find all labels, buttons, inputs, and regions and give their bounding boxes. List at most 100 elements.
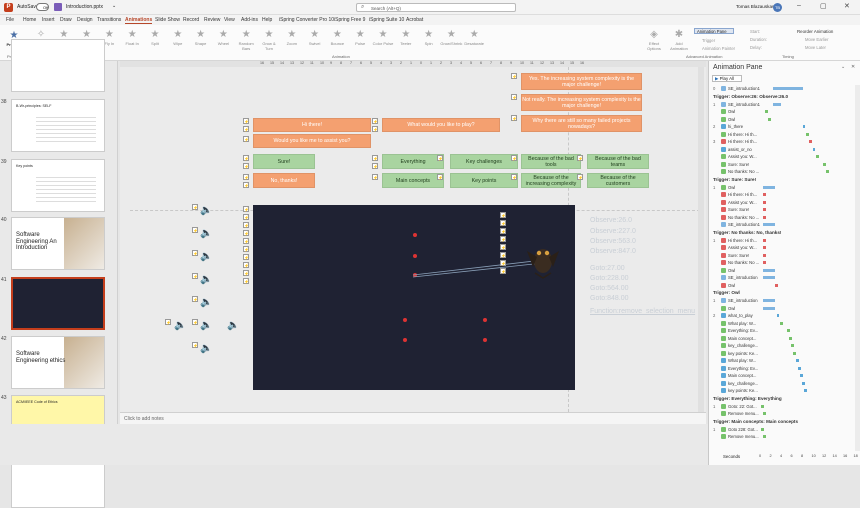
animation-row[interactable]: Assist you: W... bbox=[713, 153, 855, 160]
key-points-box[interactable]: Key points bbox=[450, 173, 518, 188]
tab-design[interactable]: Design bbox=[77, 17, 93, 24]
animation-row[interactable]: Remove menu... bbox=[713, 410, 855, 417]
timing-bar[interactable] bbox=[773, 102, 781, 106]
animation-row[interactable]: SE_introduction bbox=[713, 274, 855, 281]
owl-image[interactable] bbox=[523, 237, 563, 279]
timing-bar[interactable] bbox=[768, 117, 771, 121]
trigger-marker-icon[interactable]: ⚡ bbox=[511, 155, 517, 161]
timing-bar[interactable] bbox=[800, 374, 803, 377]
animation-row[interactable]: 1 Owl bbox=[713, 184, 855, 191]
trigger-marker-icon[interactable]: ⚡ bbox=[243, 174, 249, 180]
answer-yes-box[interactable]: Yes. The increasing system complexity is… bbox=[521, 73, 642, 90]
trigger-marker-icon[interactable]: ⚡ bbox=[192, 319, 198, 325]
timing-bar[interactable] bbox=[763, 253, 766, 257]
timing-bar[interactable] bbox=[796, 359, 799, 362]
pane-close-icon[interactable]: ✕ bbox=[851, 64, 855, 70]
animation-row[interactable]: 1 SE_introduction1 bbox=[713, 101, 855, 108]
timing-bar[interactable] bbox=[787, 329, 790, 332]
timing-bar[interactable] bbox=[765, 110, 768, 113]
trigger-marker-icon[interactable]: ⚡ bbox=[243, 206, 249, 212]
timing-bar[interactable] bbox=[763, 238, 766, 242]
tab-slide-show[interactable]: Slide Show bbox=[155, 17, 180, 24]
animation-pulse-button[interactable]: ★ Pulse bbox=[349, 27, 371, 46]
tab-ispring-converter-pro-10[interactable]: iSpring Converter Pro 10 bbox=[279, 17, 334, 24]
animation-row[interactable]: 2 hi_there bbox=[713, 123, 855, 130]
trigger-marker-icon[interactable]: ⚡ bbox=[243, 270, 249, 276]
timing-bar[interactable] bbox=[803, 125, 805, 128]
tab-draw[interactable]: Draw bbox=[60, 17, 72, 24]
trigger-marker-icon[interactable]: ⚡ bbox=[243, 136, 249, 142]
slide-thumbnail[interactable]: B-Wr-principles: SELF bbox=[11, 99, 105, 152]
trigger-marker-icon[interactable]: ⚡ bbox=[243, 163, 249, 169]
timing-bar[interactable] bbox=[813, 147, 815, 151]
animation-row[interactable]: SE_introduction1 bbox=[713, 221, 855, 228]
tab-animations[interactable]: Animations bbox=[125, 17, 153, 24]
timing-bar[interactable] bbox=[823, 162, 826, 166]
tab-review[interactable]: Review bbox=[204, 17, 220, 24]
speaker-icon[interactable]: 🔈 bbox=[227, 320, 239, 331]
search-box[interactable]: ⌕ Search (Alt+Q) bbox=[356, 3, 516, 12]
tab-transitions[interactable]: Transitions bbox=[97, 17, 121, 24]
timing-bar[interactable] bbox=[763, 208, 766, 211]
filename-label[interactable]: Introduction.pptx bbox=[66, 4, 103, 10]
trigger-marker-icon[interactable]: ⚡ bbox=[192, 273, 198, 279]
goto-text[interactable]: Goto:848.00 bbox=[590, 295, 629, 302]
animation-spin-button[interactable]: ★ Spin bbox=[418, 27, 440, 46]
animation-row[interactable]: Assist you: W... bbox=[713, 244, 855, 251]
trigger-marker-icon[interactable]: ⚡ bbox=[500, 212, 506, 218]
timing-bar[interactable] bbox=[763, 299, 775, 302]
goto-text[interactable]: Goto:564.00 bbox=[590, 285, 629, 292]
animation-grow-shrink-button[interactable]: ★ Grow/Shrink bbox=[440, 27, 462, 46]
animation-desaturate-button[interactable]: ★ Desaturate bbox=[463, 27, 485, 46]
animation-row[interactable]: Owl bbox=[713, 116, 855, 123]
animation-swivel-button[interactable]: ★ Swivel bbox=[304, 27, 326, 46]
timing-bar[interactable] bbox=[798, 366, 801, 370]
trigger-marker-icon[interactable]: ⚡ bbox=[372, 174, 378, 180]
animation-row[interactable]: Owl bbox=[713, 267, 855, 274]
seconds-label[interactable]: Seconds bbox=[723, 454, 740, 459]
tab-add-ins[interactable]: Add-ins bbox=[241, 17, 258, 24]
play-all-button[interactable]: ▶ Play All bbox=[712, 75, 742, 82]
trigger-marker-icon[interactable]: ⚡ bbox=[511, 115, 517, 121]
trigger-marker-icon[interactable]: ⚡ bbox=[372, 118, 378, 124]
animation-row[interactable]: No thanks: No ... bbox=[713, 214, 855, 221]
speaker-icon[interactable]: 🔈 bbox=[200, 297, 212, 308]
speaker-icon[interactable]: 🔈 bbox=[200, 228, 212, 239]
animation-row[interactable]: key_challenge... bbox=[713, 380, 855, 387]
timing-bar[interactable] bbox=[804, 389, 807, 392]
notes-area[interactable]: Click to add notes bbox=[120, 412, 706, 424]
slide-thumbnail[interactable] bbox=[11, 39, 105, 92]
animation-row[interactable]: 1 SE_introduction bbox=[713, 297, 855, 304]
animation-row[interactable]: Sure: Sure! bbox=[713, 206, 855, 213]
animation-zoom-button[interactable]: ★ Zoom bbox=[281, 27, 303, 46]
trigger-marker-icon[interactable]: ⚡ bbox=[500, 260, 506, 266]
speaker-icon[interactable]: 🔈 bbox=[174, 320, 186, 331]
animation-row[interactable]: key points: Ke... bbox=[713, 387, 855, 394]
save-icon[interactable] bbox=[54, 3, 62, 11]
animation-row[interactable]: Remove menu... bbox=[713, 433, 855, 440]
timing-bar[interactable] bbox=[802, 381, 805, 385]
main-concepts-box[interactable]: Main concepts bbox=[382, 173, 444, 188]
goto-text[interactable]: Goto:27.00 bbox=[590, 265, 625, 272]
trigger-marker-icon[interactable]: ⚡ bbox=[192, 250, 198, 256]
trigger-marker-icon[interactable]: ⚡ bbox=[243, 214, 249, 220]
slide-41[interactable] bbox=[253, 205, 575, 390]
speaker-icon[interactable]: 🔈 bbox=[200, 343, 212, 354]
trigger-marker-icon[interactable]: ⚡ bbox=[165, 319, 171, 325]
animation-row[interactable]: 1 Hi there: Hi th... bbox=[713, 237, 855, 244]
timing-bar[interactable] bbox=[780, 321, 783, 325]
trigger-marker-icon[interactable]: ⚡ bbox=[500, 268, 506, 274]
trigger-marker-icon[interactable]: ⚡ bbox=[577, 174, 583, 180]
everything-box[interactable]: Everything bbox=[382, 154, 444, 169]
question-failed-projects-box[interactable]: Why there are still so many failed proje… bbox=[521, 115, 642, 132]
animation-row[interactable]: No thanks: No ... bbox=[713, 168, 855, 175]
timing-bar[interactable] bbox=[763, 306, 775, 310]
key-challenges-box[interactable]: Key challenges bbox=[450, 154, 518, 169]
animation-painter-button[interactable]: Animation Painter bbox=[702, 46, 735, 51]
tab-ispring-free-9[interactable]: iSpring Free 9 bbox=[334, 17, 365, 24]
trigger-marker-icon[interactable]: ⚡ bbox=[437, 155, 443, 161]
timing-bar[interactable] bbox=[809, 140, 812, 143]
trigger-marker-icon[interactable]: ⚡ bbox=[511, 94, 517, 100]
animation-bounce-button[interactable]: ★ Bounce bbox=[326, 27, 348, 46]
speaker-icon[interactable]: 🔈 bbox=[200, 205, 212, 216]
